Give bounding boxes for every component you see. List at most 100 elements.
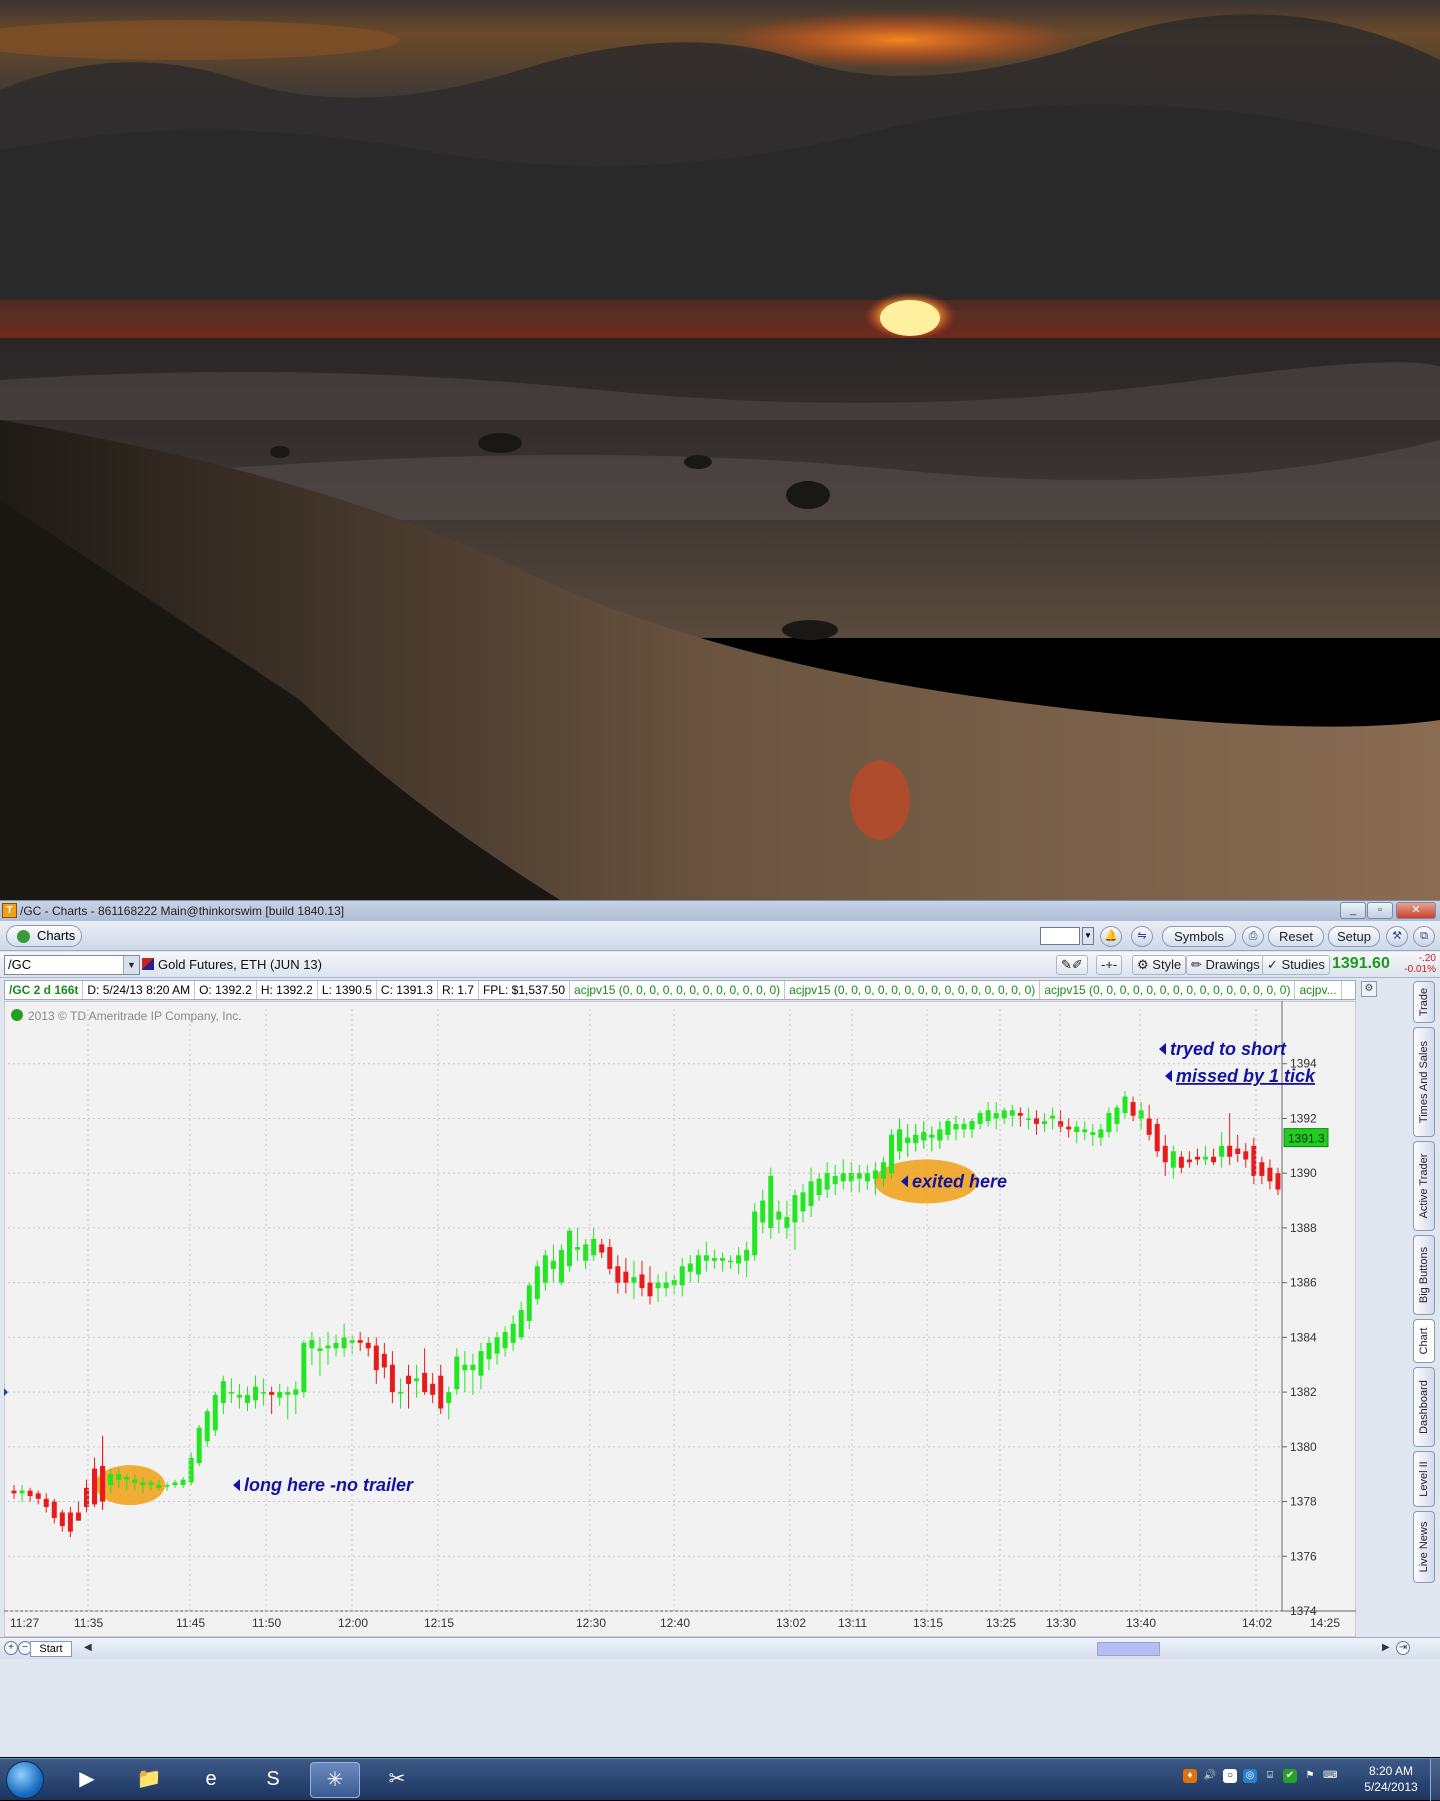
chart-info-bar: /GC 2 d 166t D: 5/24/13 8:20 AM O: 1392.2 H… bbox=[4, 980, 1356, 1000]
y-tick-label: 1386 bbox=[1290, 1276, 1317, 1290]
candle-body bbox=[1219, 1145, 1225, 1157]
candle-body bbox=[309, 1340, 315, 1349]
skype-icon[interactable]: S bbox=[248, 1762, 298, 1798]
symbol-input[interactable]: /GC ▼ bbox=[4, 955, 140, 975]
candle-body bbox=[1074, 1126, 1080, 1133]
close-button[interactable]: ✕ bbox=[1396, 902, 1436, 919]
setup-button[interactable]: Setup bbox=[1328, 926, 1380, 947]
restore-button[interactable]: ▫ bbox=[1367, 902, 1393, 919]
drawing-tools-icon[interactable]: ✎✐ bbox=[1056, 955, 1088, 975]
tray-device-icon[interactable]: ⌨ bbox=[1323, 1769, 1337, 1783]
side-tab-dashboard[interactable]: Dashboard bbox=[1413, 1367, 1435, 1447]
side-tab-trade[interactable]: Trade bbox=[1413, 981, 1435, 1023]
candle-body bbox=[719, 1258, 725, 1261]
side-tab-active-trader[interactable]: Active Trader bbox=[1413, 1141, 1435, 1231]
side-tab-times-and-sales[interactable]: Times And Sales bbox=[1413, 1027, 1435, 1137]
system-tray: ♦ 🔊 ○ ◎ ⌸ ✔ ⚑ ⌨ bbox=[1180, 1767, 1350, 1793]
candle-body bbox=[430, 1383, 436, 1395]
side-tab-big-buttons[interactable]: Big Buttons bbox=[1413, 1235, 1435, 1315]
studies-button[interactable]: ✓ Studies bbox=[1262, 955, 1330, 975]
reset-button[interactable]: Reset bbox=[1268, 926, 1324, 947]
internet-explorer-icon[interactable]: e bbox=[186, 1762, 236, 1798]
symbol-dropdown-icon[interactable]: ▼ bbox=[123, 956, 139, 974]
chart-scrollbar[interactable]: + − Start ◀ ▶ ⇥ bbox=[0, 1637, 1440, 1659]
candle-body bbox=[35, 1493, 41, 1499]
candle-body bbox=[1259, 1162, 1265, 1176]
tray-circle-icon[interactable]: ○ bbox=[1223, 1769, 1237, 1783]
y-tick-label: 1380 bbox=[1290, 1440, 1317, 1454]
volume-icon[interactable]: 🔊 bbox=[1203, 1769, 1217, 1783]
study-label-3[interactable]: acjpv15 (0, 0, 0, 0, 0, 0, 0, 0, 0, 0, 0… bbox=[1040, 981, 1296, 999]
alert-bell-icon[interactable]: 🔔 bbox=[1100, 926, 1122, 947]
layout-selector[interactable] bbox=[1040, 927, 1080, 945]
side-tab-level-ii[interactable]: Level II bbox=[1413, 1451, 1435, 1507]
symbols-button[interactable]: Symbols bbox=[1162, 926, 1236, 947]
y-tick-label: 1384 bbox=[1290, 1330, 1317, 1344]
window-titlebar[interactable]: T /GC - Charts - 861168222 Main@thinkors… bbox=[0, 901, 1440, 921]
drawings-button[interactable]: ✏ Drawings bbox=[1186, 955, 1265, 975]
minimize-button[interactable]: _ bbox=[1340, 902, 1366, 919]
candlestick-chart[interactable]: 2013 © TD Ameritrade IP Company, Inc. 137… bbox=[4, 1001, 1356, 1637]
candle-body bbox=[695, 1255, 701, 1275]
candle-body bbox=[518, 1310, 524, 1338]
show-desktop-button[interactable] bbox=[1430, 1759, 1440, 1801]
tray-green-icon[interactable]: ✔ bbox=[1283, 1769, 1297, 1783]
candle-body bbox=[196, 1427, 202, 1464]
candle-body bbox=[1114, 1107, 1120, 1124]
symbol-value: /GC bbox=[8, 957, 32, 972]
candle-body bbox=[711, 1258, 717, 1261]
windows-taskbar: ▶ 📁 e S ✳ ✂ ♦ 🔊 ○ ◎ ⌸ ✔ ⚑ ⌨ 8:20 AM 5/24/2013 bbox=[0, 1758, 1440, 1801]
charts-tab[interactable]: Charts bbox=[6, 925, 82, 947]
tray-app-icon[interactable]: ♦ bbox=[1183, 1769, 1197, 1783]
chart-settings-icon[interactable]: ⚙ bbox=[1361, 981, 1377, 997]
candle-body bbox=[840, 1173, 846, 1182]
style-button[interactable]: ⚙ Style bbox=[1132, 955, 1187, 975]
start-button[interactable]: Start bbox=[30, 1641, 72, 1657]
candle-body bbox=[317, 1348, 323, 1352]
media-player-icon[interactable]: ▶ bbox=[62, 1762, 112, 1798]
candle-body bbox=[760, 1200, 766, 1223]
bar-range: R: 1.7 bbox=[438, 981, 479, 999]
y-tick-label: 1378 bbox=[1290, 1495, 1317, 1509]
candle-body bbox=[929, 1134, 935, 1138]
candle-body bbox=[752, 1211, 758, 1256]
link-icon[interactable]: ⇋ bbox=[1131, 926, 1153, 947]
x-tick-label: 11:45 bbox=[176, 1616, 205, 1630]
tray-blue-icon[interactable]: ◎ bbox=[1243, 1769, 1257, 1783]
crosshair-toggle-icon[interactable]: -+- bbox=[1096, 955, 1123, 975]
zoom-in-icon[interactable]: + bbox=[4, 1641, 18, 1655]
action-center-icon[interactable]: ⚑ bbox=[1303, 1769, 1317, 1783]
candle-body bbox=[872, 1170, 878, 1179]
x-tick-label: 13:30 bbox=[1046, 1616, 1076, 1630]
network-icon[interactable]: ⌸ bbox=[1263, 1769, 1277, 1783]
candle-body bbox=[776, 1211, 782, 1220]
price-chart[interactable]: 2013 © TD Ameritrade IP Company, Inc. 137… bbox=[4, 1001, 1356, 1637]
scroll-thumb[interactable] bbox=[1097, 1642, 1160, 1656]
candle-body bbox=[1033, 1118, 1039, 1124]
study-label-1[interactable]: acjpv15 (0, 0, 0, 0, 0, 0, 0, 0, 0, 0, 0… bbox=[570, 981, 786, 999]
file-explorer-icon[interactable]: 📁 bbox=[124, 1762, 174, 1798]
detach-icon[interactable]: ⧉ bbox=[1413, 926, 1435, 947]
candle-body bbox=[542, 1255, 548, 1283]
study-label-2[interactable]: acjpv15 (0, 0, 0, 0, 0, 0, 0, 0, 0, 0, 0… bbox=[785, 981, 1041, 999]
snipping-tool-icon[interactable]: ✂ bbox=[372, 1762, 422, 1798]
scroll-right-icon[interactable]: ▶ bbox=[1382, 1642, 1390, 1653]
layout-dropdown-icon[interactable]: ▼ bbox=[1082, 927, 1094, 945]
tools-icon[interactable]: ⚒ bbox=[1386, 926, 1408, 947]
scroll-left-icon[interactable]: ◀ bbox=[84, 1642, 92, 1653]
last-price-tag-label: 1391.3 bbox=[1288, 1132, 1325, 1146]
print-icon[interactable]: ⎙ bbox=[1242, 926, 1264, 947]
candle-body bbox=[1050, 1115, 1056, 1119]
candle-body bbox=[1138, 1110, 1144, 1119]
study-label-4[interactable]: acjpv... bbox=[1295, 981, 1342, 999]
aggregation-label[interactable]: /GC 2 d 166t bbox=[5, 981, 84, 999]
side-tab-strip: Trade Times And Sales Active Trader Big … bbox=[1413, 981, 1437, 1629]
candle-body bbox=[848, 1173, 854, 1182]
thinkorswim-taskbar-icon[interactable]: ✳ bbox=[310, 1762, 360, 1798]
clock-time: 8:20 AM bbox=[1368, 1764, 1414, 1778]
taskbar-clock[interactable]: 8:20 AM 5/24/2013 bbox=[1356, 1763, 1426, 1795]
expand-right-icon[interactable]: ⇥ bbox=[1396, 1641, 1410, 1655]
side-tab-chart[interactable]: Chart bbox=[1413, 1319, 1435, 1363]
side-tab-live-news[interactable]: Live News bbox=[1413, 1511, 1435, 1583]
start-orb-icon[interactable] bbox=[6, 1761, 44, 1799]
